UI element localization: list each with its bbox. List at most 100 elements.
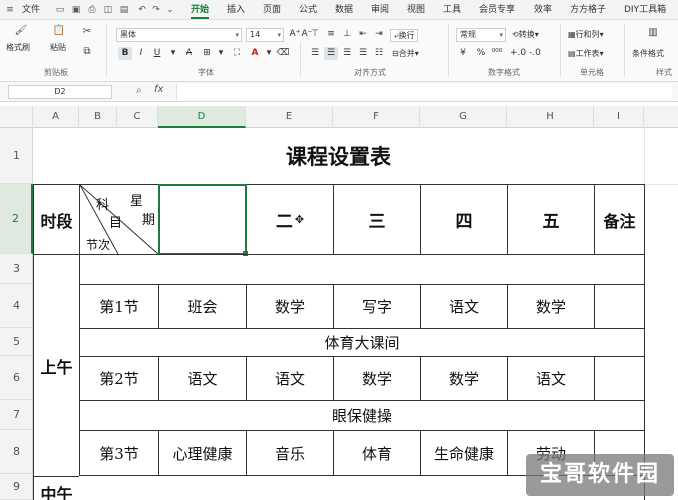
clear-format-icon[interactable]: ⌫ (276, 47, 290, 60)
cell-e2[interactable]: 二 ✥ (246, 184, 333, 254)
column-header-d[interactable]: D (158, 106, 246, 128)
fx-icon[interactable]: fx (154, 84, 163, 95)
tab-tools[interactable]: 工具 (443, 0, 461, 20)
tab-member[interactable]: 会员专享 (479, 0, 515, 20)
print-preview-icon[interactable]: ◫ (102, 4, 114, 16)
copy-icon[interactable]: ⧉ (80, 45, 94, 59)
indent-decrease-icon[interactable]: ⇤ (356, 28, 370, 41)
strikethrough-icon[interactable]: A (182, 47, 196, 60)
row4-fri[interactable]: 数学 (507, 284, 594, 328)
save-icon[interactable]: ▣ (70, 4, 82, 16)
paste-button[interactable]: 粘贴 (50, 42, 66, 53)
tab-insert[interactable]: 插入 (227, 0, 245, 20)
row-header-4[interactable]: 4 (0, 284, 33, 328)
row4-period[interactable]: 第1节 (79, 284, 158, 328)
row4-notes[interactable] (594, 284, 645, 328)
tab-formulas[interactable]: 公式 (299, 0, 317, 20)
row-header-9[interactable]: 9 (0, 474, 33, 500)
border-dropdown-icon[interactable]: ▾ (214, 47, 228, 60)
convert-button[interactable]: ⟲转换▾ (512, 29, 539, 40)
row6-tue[interactable]: 语文 (246, 356, 333, 400)
row-header-8[interactable]: 8 (0, 430, 33, 474)
conditional-format-button[interactable]: 条件格式 (632, 48, 664, 59)
row6-fri[interactable]: 语文 (507, 356, 594, 400)
increase-decimal-icon[interactable]: +.0 (510, 47, 526, 60)
row6-wed[interactable]: 数学 (333, 356, 420, 400)
cell-f2[interactable]: 三 (333, 184, 420, 254)
period-header[interactable]: 时段 (33, 184, 79, 254)
row8-wed[interactable]: 体育 (333, 430, 420, 476)
row4-tue[interactable]: 数学 (246, 284, 333, 328)
column-header-h[interactable]: H (507, 106, 594, 128)
print-icon[interactable]: ⎙ (86, 4, 98, 16)
format-painter-icon[interactable]: 🖌 (14, 24, 28, 38)
row-header-2[interactable]: 2 (0, 184, 33, 254)
row-header-7[interactable]: 7 (0, 400, 33, 430)
row4-mon[interactable]: 班会 (158, 284, 246, 328)
row8-tue[interactable]: 音乐 (246, 430, 333, 476)
indent-increase-icon[interactable]: ⇥ (372, 28, 386, 41)
align-center-icon[interactable]: ☰ (324, 47, 338, 60)
worksheet-button[interactable]: ▤工作表▾ (568, 48, 604, 59)
undo-icon[interactable]: ↶ (136, 4, 148, 16)
notes-header[interactable]: 备注 (594, 184, 645, 254)
tab-diy-toolbox[interactable]: DIY工具箱 (624, 0, 666, 20)
font-size-select[interactable]: 14 ▾ (246, 28, 284, 42)
export-pdf-icon[interactable]: ▤ (118, 4, 130, 16)
row8-mon[interactable]: 心理健康 (158, 430, 246, 476)
underline-dropdown-icon[interactable]: ▾ (166, 47, 180, 60)
border-icon[interactable]: ⊞ (200, 47, 214, 60)
row-header-6[interactable]: 6 (0, 356, 33, 400)
distributed-icon[interactable]: ☷ (372, 47, 386, 60)
new-file-icon[interactable]: ▭ (54, 4, 66, 16)
zoom-icon[interactable]: ⌕ (136, 85, 142, 96)
italic-icon[interactable]: I (134, 47, 148, 60)
row6-period[interactable]: 第2节 (79, 356, 158, 400)
tab-efficiency[interactable]: 效率 (534, 0, 552, 20)
align-right-icon[interactable]: ☰ (340, 47, 354, 60)
align-left-icon[interactable]: ☰ (308, 47, 322, 60)
row7-activity[interactable]: 眼保健操 (79, 400, 645, 430)
quick-access-dropdown-icon[interactable]: ⌄ (164, 4, 176, 16)
wrap-text-button[interactable]: ⤶换行 (390, 29, 419, 42)
merge-button[interactable]: ⊟合并▾ (392, 48, 419, 59)
format-painter-button[interactable]: 格式刷 (6, 42, 30, 53)
align-middle-icon[interactable]: ≡ (324, 28, 338, 41)
font-color-dropdown-icon[interactable]: ▾ (262, 47, 276, 60)
row6-mon[interactable]: 语文 (158, 356, 246, 400)
currency-icon[interactable]: ¥ (456, 47, 470, 60)
rows-cols-button[interactable]: ▦行和列▾ (568, 29, 604, 40)
tab-page[interactable]: 页面 (263, 0, 281, 20)
decrease-decimal-icon[interactable]: -.0 (528, 47, 542, 60)
name-box[interactable]: D2 (8, 85, 112, 99)
file-menu[interactable]: 文件 (22, 0, 40, 20)
menu-icon[interactable]: ≡ (4, 4, 16, 16)
row4-thu[interactable]: 语文 (420, 284, 507, 328)
tab-data[interactable]: 数据 (335, 0, 353, 20)
select-all-corner[interactable] (0, 106, 33, 128)
tab-view[interactable]: 视图 (407, 0, 425, 20)
cell-h2[interactable]: 五 (507, 184, 594, 254)
tab-fangfang[interactable]: 方方格子 (570, 0, 606, 20)
bold-icon[interactable]: B (118, 47, 132, 60)
row4-wed[interactable]: 写字 (333, 284, 420, 328)
column-header-g[interactable]: G (420, 106, 507, 128)
fill-color-icon[interactable]: ⛶ (230, 47, 244, 60)
column-header-i[interactable]: I (594, 106, 644, 128)
row-header-1[interactable]: 1 (0, 128, 33, 184)
sheet-title[interactable]: 课程设置表 (33, 128, 644, 184)
column-header-f[interactable]: F (333, 106, 420, 128)
align-bottom-icon[interactable]: ⊥ (340, 28, 354, 41)
column-header-c[interactable]: C (117, 106, 158, 128)
font-name-select[interactable]: 黑体 ▾ (116, 28, 242, 42)
row-header-3[interactable]: 3 (0, 254, 33, 284)
font-color-icon[interactable]: A (248, 47, 262, 60)
column-header-e[interactable]: E (246, 106, 333, 128)
align-top-icon[interactable]: ⊤ (308, 28, 322, 41)
row5-activity[interactable]: 体育大课间 (79, 328, 645, 356)
row6-thu[interactable]: 数学 (420, 356, 507, 400)
paste-icon[interactable]: 📋 (52, 24, 66, 38)
row8-period[interactable]: 第3节 (79, 430, 158, 476)
cell-g2[interactable]: 四 (420, 184, 507, 254)
diagonal-header-cell[interactable]: 星 期 科 目 节次 (79, 184, 159, 255)
